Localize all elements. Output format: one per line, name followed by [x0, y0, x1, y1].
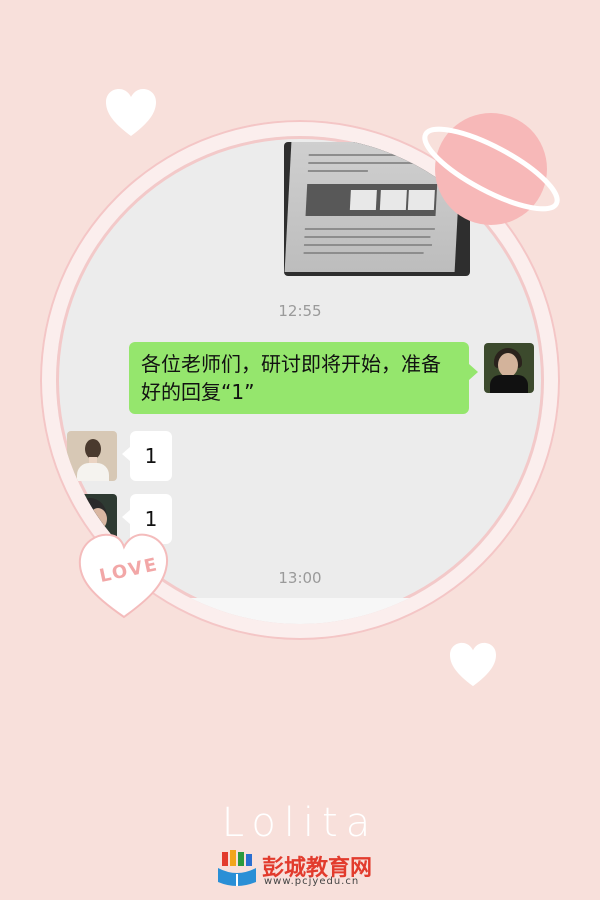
- planet-icon: [422, 113, 560, 225]
- brand-logo[interactable]: 彭城教育网 www.pcjyedu.cn: [216, 848, 406, 892]
- incoming-message-bubble[interactable]: 1: [122, 431, 172, 481]
- avatar[interactable]: [484, 343, 534, 393]
- avatar[interactable]: [67, 431, 117, 481]
- book-logo-icon: [218, 850, 256, 886]
- lolita-title: Lolita: [221, 800, 379, 846]
- brand-url: www.pcjyedu.cn: [264, 876, 360, 887]
- heart-icon: [450, 642, 496, 687]
- timestamp: 12:55: [278, 302, 322, 320]
- outgoing-message-bubble[interactable]: 各位老师们，研讨即将开始，准备好的回复“1”: [129, 342, 478, 414]
- heart-icon: [106, 89, 156, 136]
